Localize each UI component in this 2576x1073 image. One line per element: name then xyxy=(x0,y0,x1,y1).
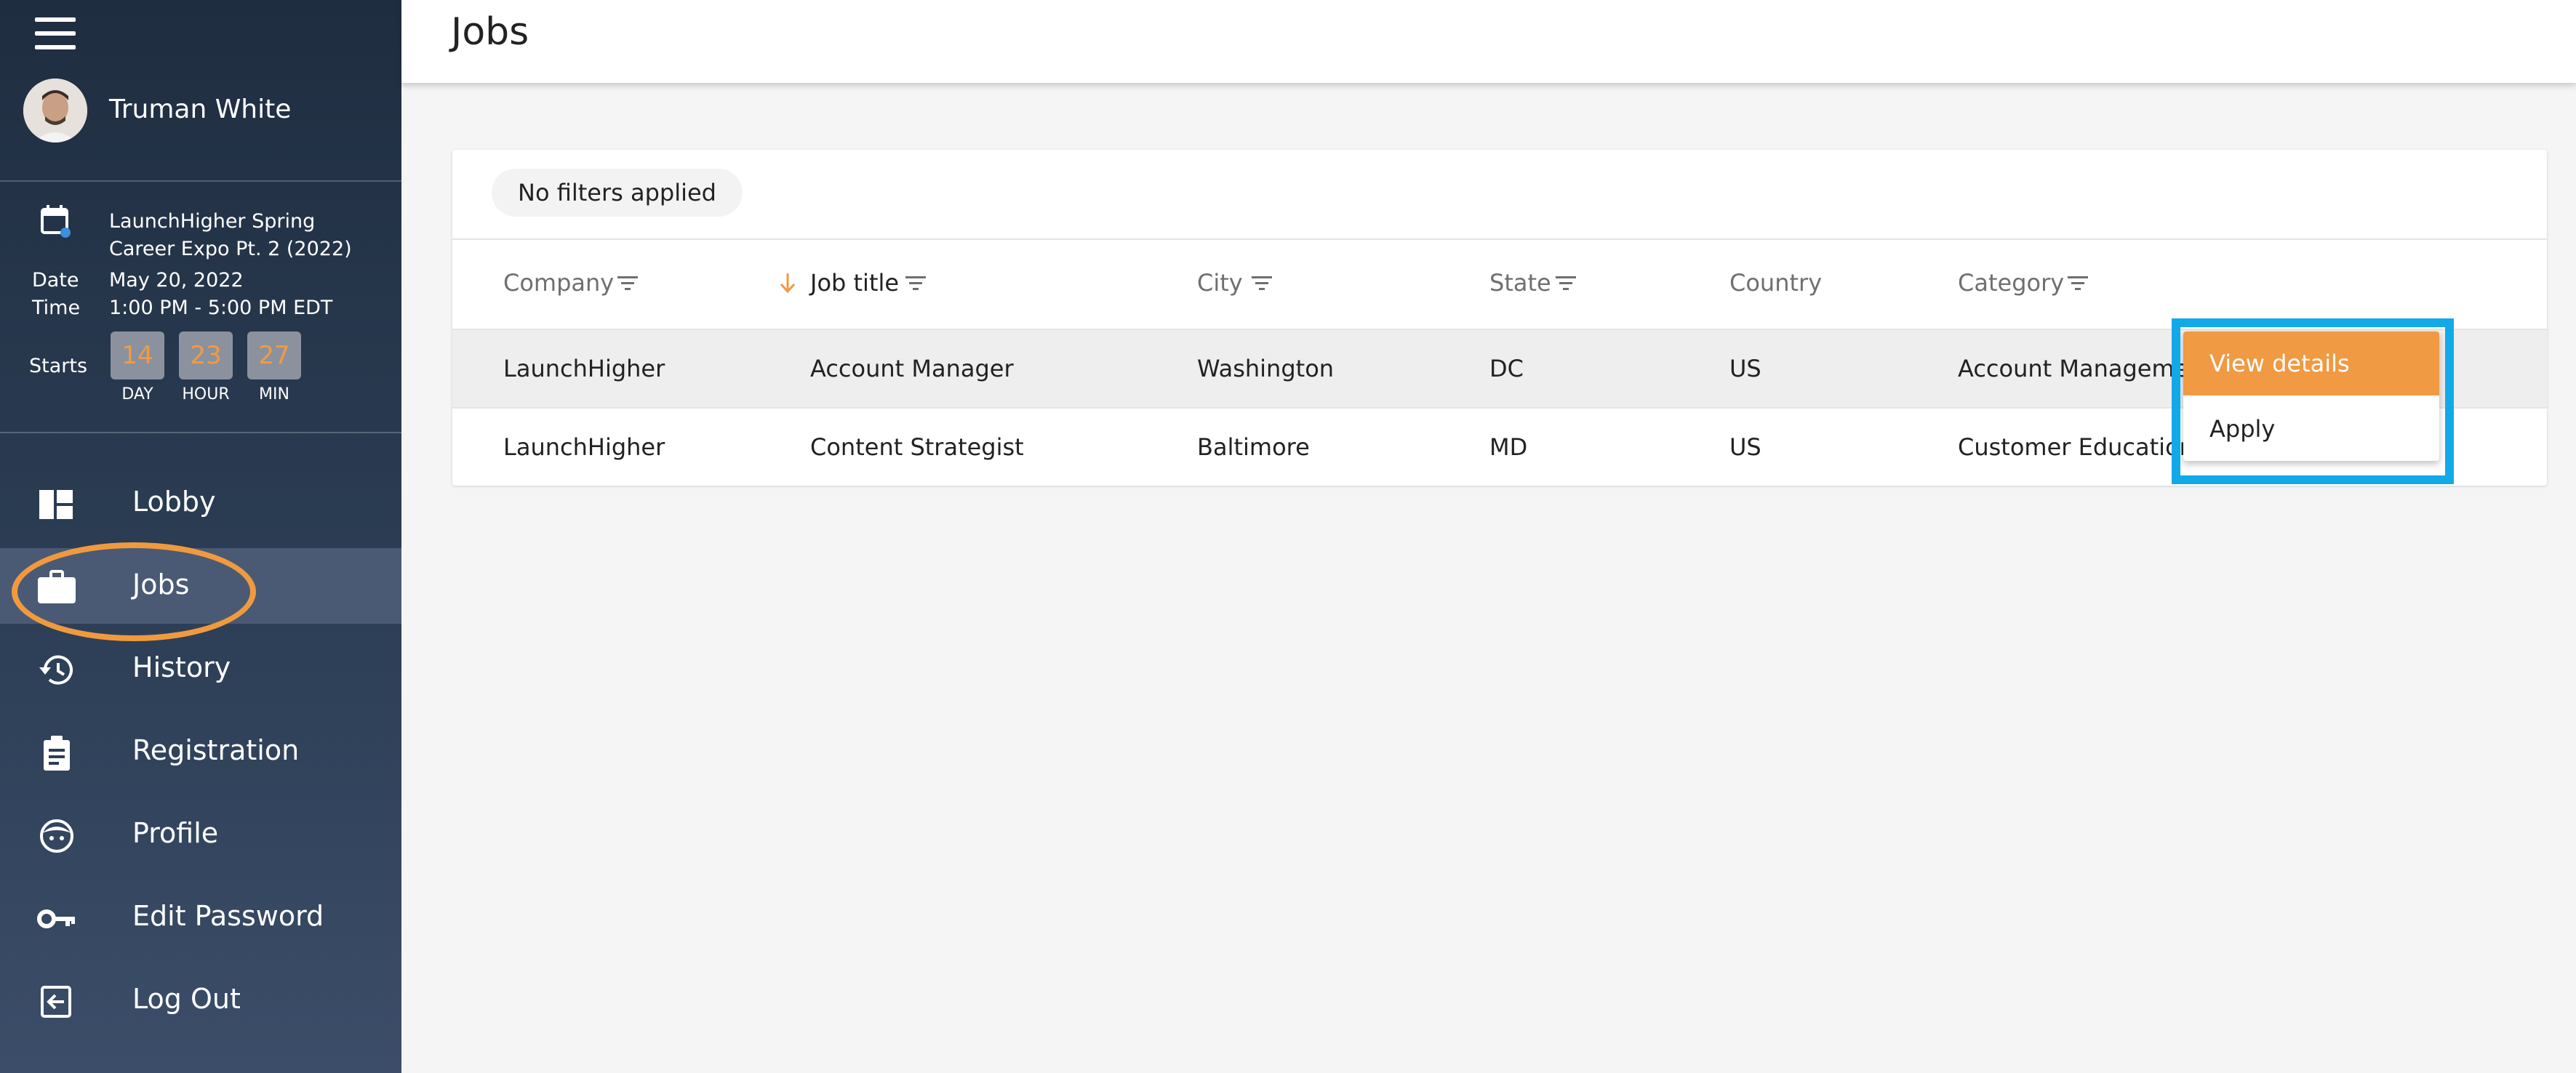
column-header-company[interactable]: Company xyxy=(503,269,614,297)
highlight-box-annotation xyxy=(2172,318,2454,484)
sidebar-item-label: Log Out xyxy=(132,983,241,1015)
sidebar-item-label: Lobby xyxy=(132,486,216,518)
page-title: Jobs xyxy=(451,10,529,54)
sidebar-item-edit-password[interactable]: Edit Password xyxy=(0,880,401,955)
filter-icon[interactable] xyxy=(1555,275,1577,292)
column-header-job-title[interactable]: Job title xyxy=(810,269,899,297)
cell-state: MD xyxy=(1489,433,1528,461)
column-header-state[interactable]: State xyxy=(1489,269,1551,297)
sidebar-item-history[interactable]: History xyxy=(0,631,401,707)
clipboard-icon xyxy=(36,736,77,771)
card-divider xyxy=(452,238,2547,240)
countdown-hours: 23 xyxy=(179,331,233,379)
cell-country: US xyxy=(1729,433,1761,461)
date-label: Date xyxy=(32,269,79,292)
filter-icon[interactable] xyxy=(905,275,927,292)
history-icon xyxy=(36,653,77,688)
key-icon xyxy=(36,901,77,936)
sidebar-item-label: Registration xyxy=(132,734,300,766)
calendar-icon xyxy=(38,204,73,238)
cell-state: DC xyxy=(1489,355,1524,382)
filter-icon[interactable] xyxy=(2067,275,2089,292)
event-name: LaunchHigher Spring Career Expo Pt. 2 (2… xyxy=(109,210,352,260)
face-icon xyxy=(36,819,77,853)
column-header-city[interactable]: City xyxy=(1197,269,1243,297)
highlight-ring-annotation xyxy=(12,542,256,641)
sidebar-item-lobby[interactable]: Lobby xyxy=(0,465,401,541)
avatar xyxy=(23,79,87,142)
column-header-country[interactable]: Country xyxy=(1729,269,1822,297)
cell-category: Customer Education xyxy=(1958,433,2194,461)
sidebar-item-label: Edit Password xyxy=(132,900,324,932)
cell-country: US xyxy=(1729,355,1761,382)
countdown-days: 14 xyxy=(111,331,164,379)
dashboard-icon xyxy=(36,487,77,522)
cell-category: Account Manageme xyxy=(1958,355,2189,382)
sidebar-divider xyxy=(0,180,401,182)
countdown-minutes-unit: MIN xyxy=(259,385,289,403)
hamburger-menu-icon[interactable] xyxy=(35,17,76,49)
time-label: Time xyxy=(32,297,81,319)
filter-chip[interactable]: No filters applied xyxy=(492,169,743,217)
sidebar-item-label: Profile xyxy=(132,817,219,849)
time-value: 1:00 PM - 5:00 PM EDT xyxy=(109,297,333,319)
cell-city: Baltimore xyxy=(1197,433,1310,461)
sort-arrow-down-icon[interactable] xyxy=(778,272,797,294)
logout-icon xyxy=(36,984,77,1019)
cell-company: LaunchHigher xyxy=(503,355,665,382)
sidebar-item-registration[interactable]: Registration xyxy=(0,714,401,789)
countdown-hours-unit: HOUR xyxy=(182,385,230,403)
date-value: May 20, 2022 xyxy=(109,269,244,292)
countdown-minutes: 27 xyxy=(247,331,301,379)
starts-label: Starts xyxy=(29,355,88,377)
countdown-days-unit: DAY xyxy=(121,385,153,403)
top-bar xyxy=(401,0,2576,83)
cell-job-title: Content Strategist xyxy=(810,433,1024,461)
sidebar-item-log-out[interactable]: Log Out xyxy=(0,963,401,1038)
cell-company: LaunchHigher xyxy=(503,433,665,461)
cell-job-title: Account Manager xyxy=(810,355,1014,382)
sidebar-item-label: History xyxy=(132,651,231,683)
user-name: Truman White xyxy=(109,95,292,124)
filter-icon[interactable] xyxy=(1251,275,1273,292)
cell-city: Washington xyxy=(1197,355,1335,382)
sidebar-item-profile[interactable]: Profile xyxy=(0,797,401,872)
sidebar-divider xyxy=(0,432,401,433)
column-header-category[interactable]: Category xyxy=(1958,269,2064,297)
filter-icon[interactable] xyxy=(617,275,639,292)
